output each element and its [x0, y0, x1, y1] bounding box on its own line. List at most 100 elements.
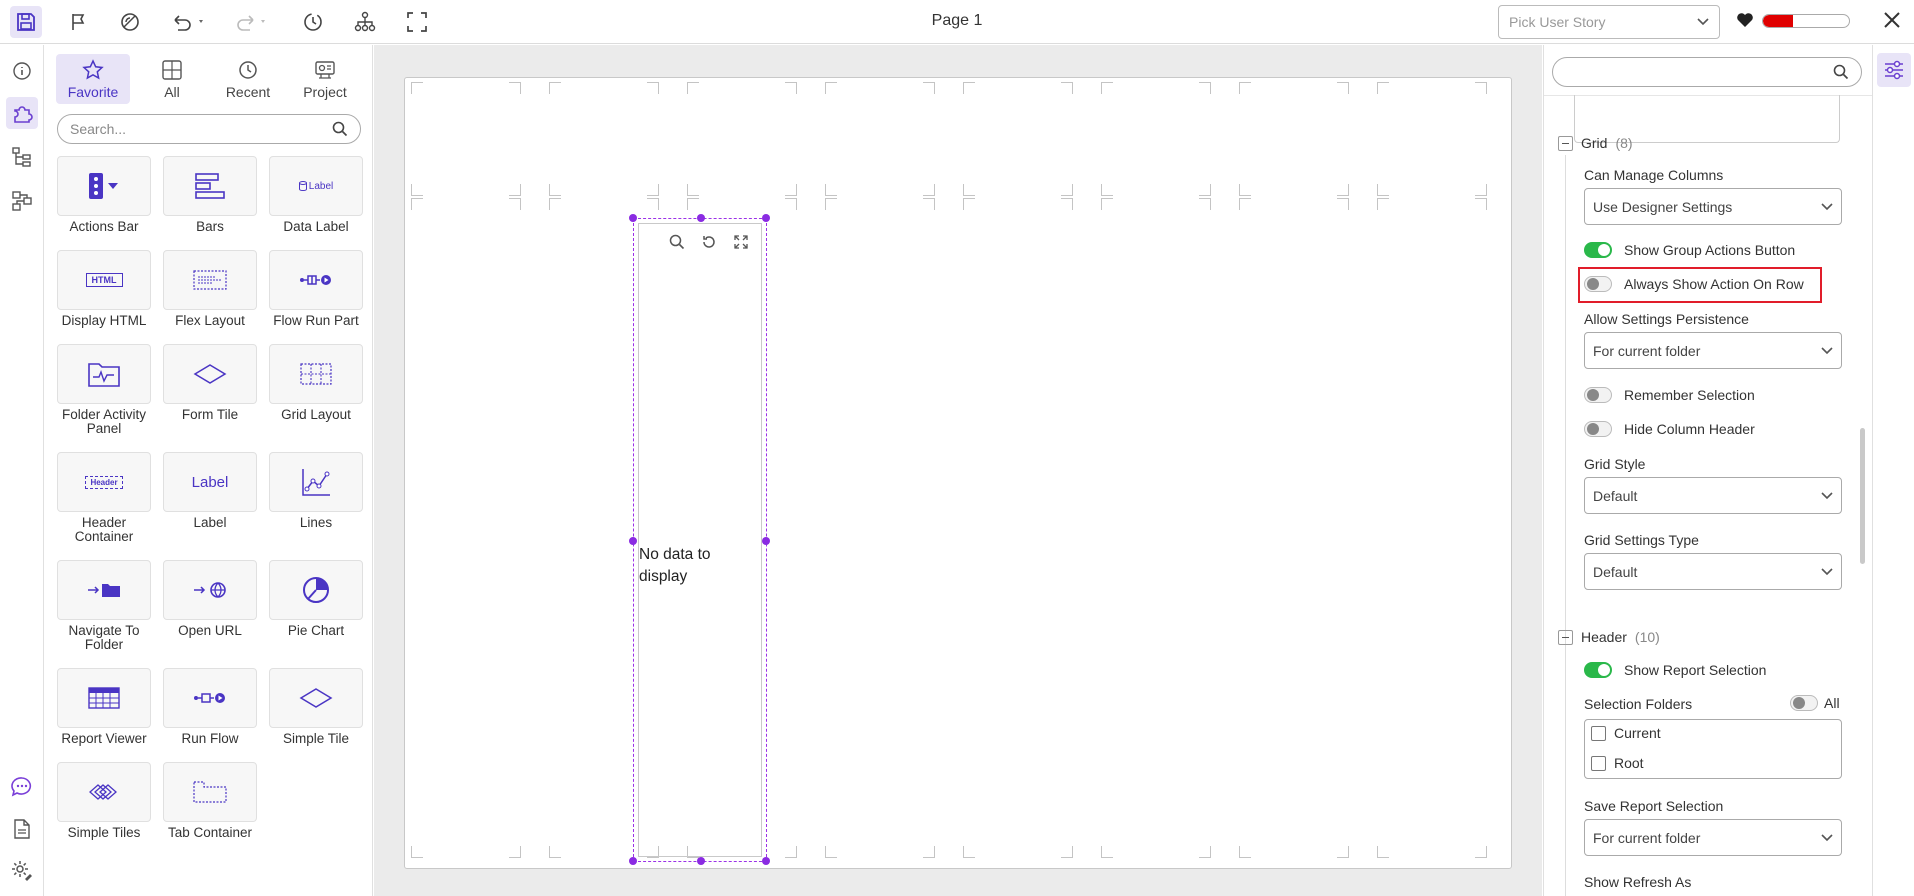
html-icon-text: HTML: [91, 275, 117, 285]
save-button[interactable]: [10, 6, 42, 38]
tile-pie-chart[interactable]: [269, 560, 363, 620]
tile-run-flow[interactable]: [163, 668, 257, 728]
toggle-knob: [1587, 389, 1599, 401]
folder-option-current[interactable]: Current: [1591, 725, 1661, 741]
tile-open-url-label: Open URL: [178, 623, 242, 638]
tab-favorite[interactable]: Favorite: [56, 54, 130, 104]
label-icon: Label: [191, 473, 229, 491]
grid-settings-type-select[interactable]: Default: [1584, 553, 1842, 590]
guide-corner: [1337, 184, 1349, 196]
flow-button[interactable]: [6, 185, 38, 217]
all-folders-toggle[interactable]: [1790, 695, 1818, 711]
current-checkbox[interactable]: [1591, 725, 1606, 741]
flag-button[interactable]: [63, 6, 95, 38]
tile-header-container-label: Header Container: [74, 515, 134, 544]
tile-flow-run-part[interactable]: [269, 250, 363, 310]
resize-handle[interactable]: [629, 214, 637, 222]
widget-toolbar: [669, 234, 749, 250]
resize-handle[interactable]: [762, 857, 770, 865]
guide-corner: [1061, 198, 1073, 210]
preview-button[interactable]: [114, 6, 146, 38]
can-manage-columns-select[interactable]: Use Designer Settings: [1584, 188, 1842, 225]
tile-lines[interactable]: [269, 452, 363, 512]
tree-button[interactable]: [6, 141, 38, 173]
folder-option-root[interactable]: Root: [1591, 755, 1644, 771]
remember-selection-toggle[interactable]: [1584, 387, 1612, 403]
tile-grid-layout[interactable]: [269, 344, 363, 404]
tile-bars[interactable]: [163, 156, 257, 216]
collapse-icon[interactable]: [1558, 629, 1573, 645]
close-button[interactable]: [1880, 8, 1904, 32]
hide-column-header-toggle[interactable]: [1584, 421, 1612, 437]
tile-header-container[interactable]: Header: [57, 452, 151, 512]
refresh-icon[interactable]: [701, 234, 717, 250]
settings-button[interactable]: [6, 855, 38, 887]
resize-handle[interactable]: [762, 537, 770, 545]
tile-folder-activity-panel[interactable]: [57, 344, 151, 404]
hierarchy-button[interactable]: [349, 6, 381, 38]
tab-recent[interactable]: Recent: [211, 54, 285, 104]
top-toolbar: Page 1 Pick User Story: [0, 0, 1914, 44]
can-manage-columns-value: Use Designer Settings: [1593, 198, 1733, 215]
tile-flex-layout[interactable]: [163, 250, 257, 310]
tile-data-label[interactable]: Label: [269, 156, 363, 216]
allow-persistence-select[interactable]: For current folder: [1584, 332, 1842, 369]
grid-settings-type-value: Default: [1593, 563, 1638, 580]
expand-icon[interactable]: [733, 234, 749, 250]
resize-handle[interactable]: [762, 214, 770, 222]
grid-widget[interactable]: No data to display: [629, 214, 770, 865]
guide-corner: [509, 184, 521, 196]
tile-simple-tiles[interactable]: [57, 762, 151, 822]
document-button[interactable]: [6, 813, 38, 845]
collapse-icon[interactable]: [1558, 135, 1573, 151]
resize-handle[interactable]: [629, 857, 637, 865]
tile-simple-tile[interactable]: [269, 668, 363, 728]
grid-group-header[interactable]: Grid (8): [1558, 135, 1633, 151]
show-report-selection-toggle[interactable]: [1584, 662, 1612, 678]
properties-scrollbar[interactable]: [1860, 428, 1865, 564]
header-group-count: (10): [1634, 629, 1660, 645]
tab-project[interactable]: Project: [288, 54, 362, 104]
tile-label[interactable]: Label: [163, 452, 257, 512]
show-group-actions-toggle[interactable]: [1584, 242, 1612, 258]
document-icon: [14, 819, 30, 839]
tile-actions-bar[interactable]: [57, 156, 151, 216]
history-button[interactable]: [297, 6, 329, 38]
always-show-action-toggle[interactable]: [1584, 276, 1612, 292]
tab-all-label: All: [164, 84, 180, 100]
zoom-icon[interactable]: [669, 234, 685, 250]
tile-tab-container[interactable]: [163, 762, 257, 822]
undo-button[interactable]: [166, 6, 210, 38]
chevron-down-icon: [1821, 833, 1833, 841]
toggle-knob: [1598, 664, 1610, 676]
tab-all[interactable]: All: [135, 54, 209, 104]
info-button[interactable]: [6, 55, 38, 87]
chat-button[interactable]: [6, 771, 38, 803]
properties-search-input[interactable]: [1552, 57, 1862, 87]
tile-display-html[interactable]: HTML: [57, 250, 151, 310]
page-frame[interactable]: No data to display: [404, 77, 1512, 869]
toggle-knob: [1587, 278, 1599, 290]
resize-handle[interactable]: [697, 214, 705, 222]
properties-toggle-button[interactable]: [1877, 53, 1911, 87]
redo-button[interactable]: [228, 6, 272, 38]
tile-report-viewer[interactable]: [57, 668, 151, 728]
guide-corner: [963, 184, 975, 196]
resize-handle[interactable]: [697, 857, 705, 865]
sliders-icon: [1885, 60, 1903, 80]
resize-handle[interactable]: [629, 537, 637, 545]
guide-corner: [923, 198, 935, 210]
tile-open-url[interactable]: [163, 560, 257, 620]
tile-display-html-label: Display HTML: [61, 313, 147, 328]
guide-corner: [923, 846, 935, 858]
root-checkbox[interactable]: [1591, 755, 1606, 771]
save-report-selection-select[interactable]: For current folder: [1584, 819, 1842, 856]
widgets-button[interactable]: [6, 97, 38, 129]
pick-user-story-select[interactable]: Pick User Story: [1498, 5, 1720, 39]
tile-form-tile[interactable]: [163, 344, 257, 404]
tile-navigate-to-folder[interactable]: [57, 560, 151, 620]
fullscreen-button[interactable]: [401, 6, 433, 38]
header-group-header[interactable]: Header (10): [1558, 629, 1660, 645]
grid-style-select[interactable]: Default: [1584, 477, 1842, 514]
palette-search-input[interactable]: Search...: [57, 114, 361, 144]
